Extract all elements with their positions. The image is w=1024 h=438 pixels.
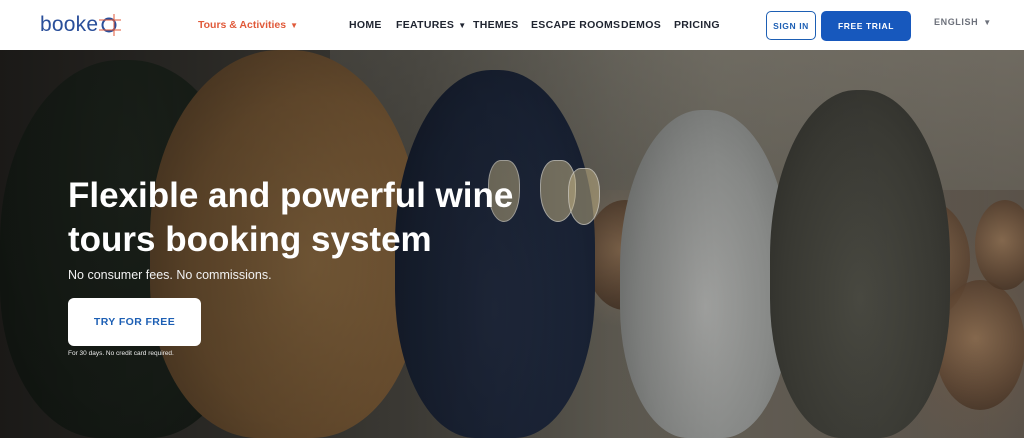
booke-logo[interactable]: booke [40, 10, 122, 40]
hero-headline: Flexible and powerful wine tours booking… [68, 174, 588, 262]
nav-escape-rooms-label: ESCAPE ROOMS [531, 19, 621, 31]
chevron-down-icon: ▼ [983, 17, 992, 27]
nav-tours-label: Tours & Activities [198, 19, 287, 31]
nav-escape-rooms[interactable]: ESCAPE ROOMS [531, 0, 620, 50]
trial-fineprint: For 30 days. No credit card required. [68, 350, 174, 357]
nav-tours-activities[interactable]: Tours & Activities ▼ [198, 0, 298, 50]
hero-subtitle: No consumer fees. No commissions. [68, 268, 272, 282]
chevron-down-icon: ▼ [458, 20, 467, 30]
nav-demos[interactable]: DEMOS [621, 0, 661, 50]
nav-features[interactable]: FEATURES ▼ [396, 0, 466, 50]
nav-home-label: HOME [349, 19, 382, 31]
sign-in-button[interactable]: SIGN IN [766, 11, 816, 40]
top-navbar: booke Tours & Activities ▼ HOME FEATURES… [0, 0, 1024, 50]
free-trial-button[interactable]: FREE TRIAL [821, 11, 911, 41]
logo-crosshair-icon [99, 14, 122, 36]
nav-themes[interactable]: THEMES [473, 0, 519, 50]
nav-pricing-label: PRICING [674, 19, 720, 31]
chevron-down-icon: ▼ [290, 20, 299, 30]
nav-features-label: FEATURES [396, 19, 455, 31]
hero-headline-line2: tours booking system [68, 220, 432, 259]
nav-themes-label: THEMES [473, 19, 519, 31]
language-selector[interactable]: ENGLISH ▼ [934, 17, 992, 27]
nav-demos-label: DEMOS [621, 19, 662, 31]
nav-pricing[interactable]: PRICING [674, 0, 720, 50]
nav-home[interactable]: HOME [349, 0, 382, 50]
language-label: ENGLISH [934, 17, 979, 27]
logo-wordmark: booke [40, 13, 99, 36]
try-for-free-button[interactable]: TRY FOR FREE [68, 298, 201, 346]
hero-section: Flexible and powerful wine tours booking… [0, 50, 1024, 438]
hero-headline-line1: Flexible and powerful wine [68, 176, 514, 215]
